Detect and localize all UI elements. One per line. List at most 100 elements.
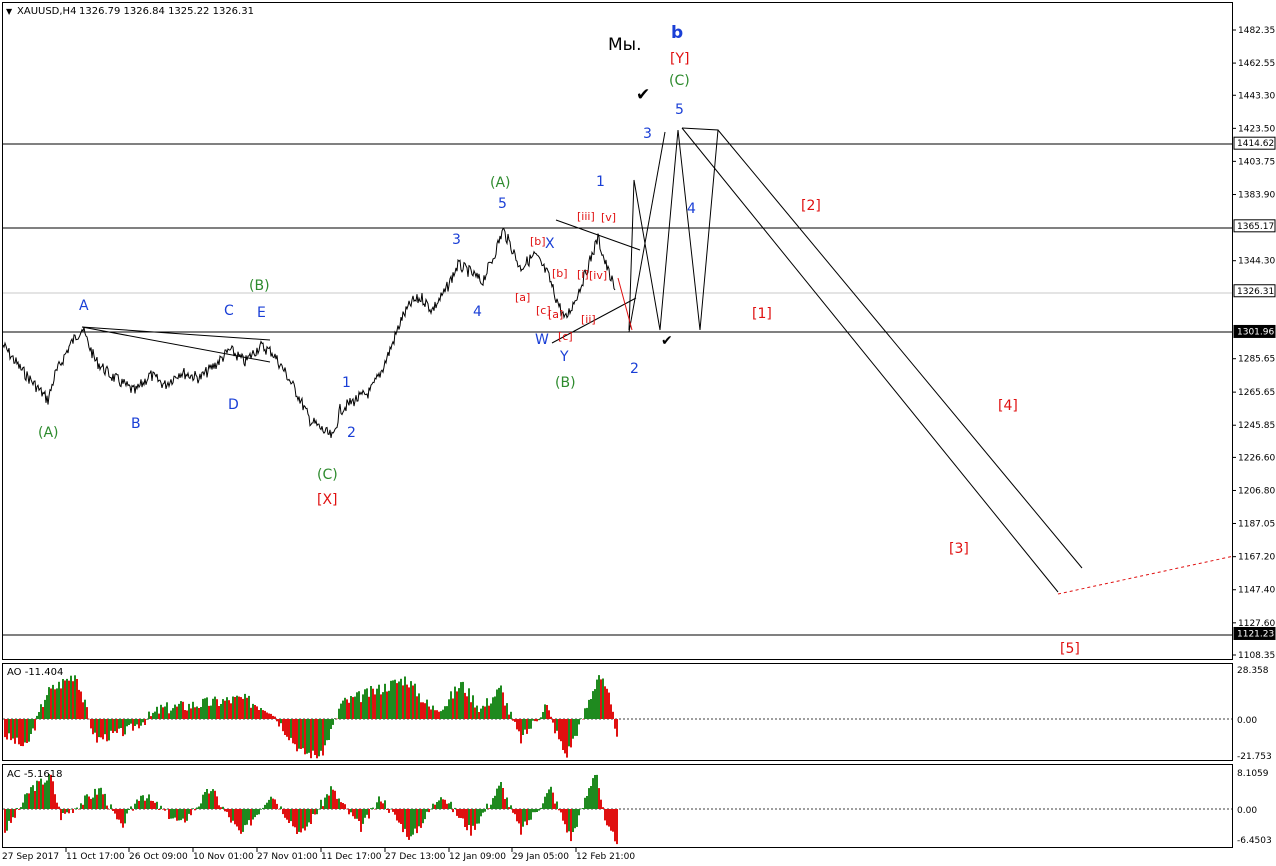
histogram-bar — [346, 808, 348, 810]
histogram-bar — [590, 786, 592, 809]
price-level-badge: 1121.23 — [1233, 626, 1276, 640]
histogram-bar — [70, 809, 72, 810]
histogram-bar — [298, 809, 300, 832]
histogram-bar — [506, 797, 508, 809]
histogram-bar — [312, 809, 314, 814]
histogram-bar — [166, 809, 168, 810]
histogram-bar — [92, 797, 94, 809]
histogram-bar — [90, 798, 92, 809]
price-tick-label: 1443.30 — [1238, 91, 1275, 101]
histogram-bar — [46, 695, 48, 719]
histogram-bar — [164, 706, 166, 719]
histogram-bar — [570, 719, 572, 748]
histogram-bar — [440, 711, 442, 719]
histogram-bar — [66, 809, 68, 813]
histogram-bar — [10, 809, 12, 823]
symbol-dropdown-icon[interactable]: ▼ — [6, 7, 13, 16]
histogram-bar — [54, 689, 56, 719]
checkmark-icon: ✔ — [636, 85, 650, 105]
histogram-bar — [384, 800, 386, 809]
histogram-bar — [250, 809, 252, 826]
histogram-bar — [46, 780, 48, 809]
histogram-bar — [200, 803, 202, 809]
histogram-bar — [472, 695, 474, 719]
histogram-bar — [560, 809, 562, 813]
histogram-bar — [476, 809, 478, 824]
price-badge-label: 1121.23 — [1237, 629, 1274, 639]
main-price-panel[interactable] — [2, 2, 1233, 660]
histogram-bar — [538, 719, 540, 721]
histogram-bar — [202, 698, 204, 719]
histogram-bar — [192, 701, 194, 719]
histogram-bar — [462, 681, 464, 719]
histogram-bar — [594, 689, 596, 719]
histogram-bar — [214, 696, 216, 719]
price-axis[interactable]: 1482.35 1462.55 1443.30 1423.50 1403.75 1383.… — [1232, 26, 1276, 661]
histogram-bar — [568, 809, 570, 832]
histogram-bar — [470, 702, 472, 719]
wave-label: C — [224, 303, 234, 319]
histogram-bar — [450, 691, 452, 719]
histogram-bar — [426, 809, 428, 812]
histogram-bar — [578, 719, 580, 725]
histogram-bar — [416, 696, 418, 719]
histogram-bar — [36, 780, 38, 809]
histogram-bar — [542, 712, 544, 719]
wave-label: Мы. — [608, 35, 642, 55]
histogram-bar — [496, 788, 498, 809]
histogram-bar — [20, 807, 22, 809]
histogram-bar — [358, 691, 360, 719]
histogram-bar — [468, 809, 470, 825]
histogram-bar — [346, 699, 348, 719]
chart-window[interactable]: ▼ XAUUSD,H4 1326.79 1326.84 1325.22 1326… — [0, 0, 1276, 866]
histogram-bar — [424, 809, 426, 820]
histogram-bar — [432, 803, 434, 809]
histogram-bar — [374, 694, 376, 719]
histogram-bar — [518, 719, 520, 732]
histogram-bar — [120, 809, 122, 824]
wave-label: (B) — [249, 278, 270, 294]
histogram-bar — [130, 719, 132, 724]
histogram-bar — [26, 719, 28, 743]
histogram-bar — [360, 702, 362, 719]
histogram-bar — [464, 809, 466, 827]
histogram-bar — [370, 808, 372, 809]
histogram-bar — [142, 719, 144, 723]
histogram-bar — [238, 809, 240, 831]
histogram-bar — [560, 719, 562, 742]
histogram-bar — [438, 711, 440, 719]
histogram-bar — [156, 706, 158, 719]
histogram-bar — [316, 809, 318, 815]
histogram-bar — [78, 809, 80, 810]
histogram-bar — [148, 711, 150, 719]
histogram-bar — [190, 809, 192, 816]
histogram-bar — [326, 719, 328, 741]
histogram-bar — [170, 710, 172, 719]
histogram-bar — [150, 800, 152, 809]
histogram-bar — [132, 719, 134, 731]
histogram-bar — [104, 793, 106, 809]
histogram-bar — [94, 719, 96, 733]
histogram-bar — [362, 694, 364, 719]
histogram-bar — [518, 809, 520, 824]
histogram-bar — [116, 719, 118, 733]
histogram-bar — [136, 719, 138, 725]
histogram-bar — [202, 794, 204, 809]
histogram-bar — [604, 686, 606, 719]
histogram-bar — [334, 718, 336, 719]
histogram-bar — [154, 711, 156, 719]
histogram-bar — [436, 710, 438, 719]
histogram-bar — [302, 719, 304, 749]
histogram-bar — [582, 808, 584, 809]
histogram-bar — [6, 809, 8, 831]
histogram-bar — [58, 681, 60, 719]
histogram-bar — [180, 809, 182, 821]
histogram-bar — [404, 809, 406, 829]
histogram-bar — [386, 691, 388, 719]
histogram-bar — [410, 809, 412, 837]
histogram-bar — [414, 809, 416, 829]
histogram-bar — [18, 719, 20, 745]
histogram-bar — [138, 800, 140, 809]
histogram-bar — [230, 703, 232, 719]
histogram-bar — [398, 809, 400, 823]
